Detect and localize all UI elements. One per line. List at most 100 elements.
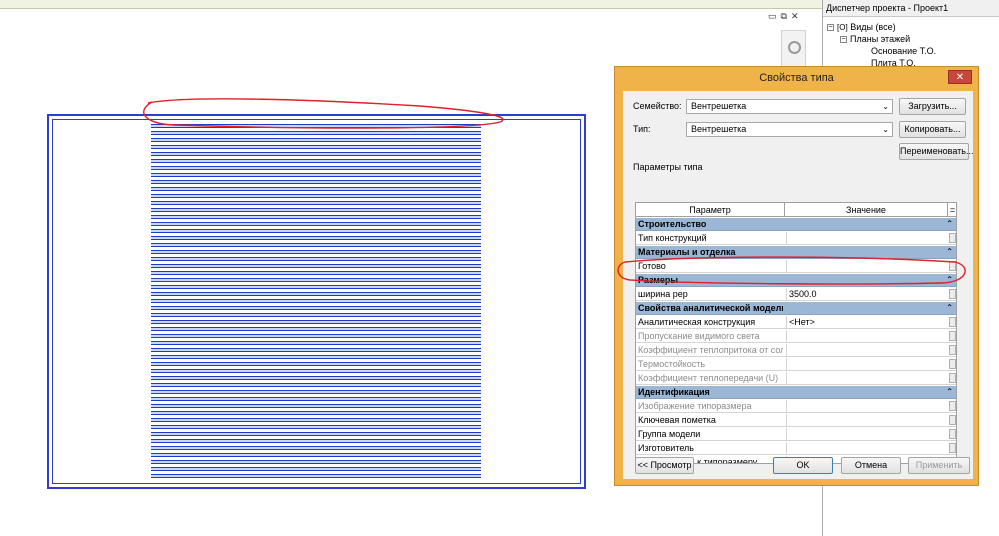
grille-slat: [151, 376, 481, 380]
collapse-group-icon[interactable]: ⌃: [946, 274, 953, 286]
parameter-value[interactable]: [786, 428, 948, 440]
rename-button[interactable]: Переименовать...: [899, 143, 973, 160]
parameter-row[interactable]: Коэффициент теплопередачи (U): [636, 372, 956, 385]
parameter-value[interactable]: [786, 414, 948, 426]
parameter-value[interactable]: [786, 400, 948, 412]
parameter-row[interactable]: Группа модели: [636, 428, 956, 441]
parameter-value[interactable]: <Нет>: [786, 316, 948, 328]
parameter-value[interactable]: [786, 330, 948, 342]
parameters-grid[interactable]: Параметр Значение = Строительство ⌃ Тип ко…: [635, 202, 957, 464]
family-label: Семейство:: [633, 101, 682, 111]
close-view-icon[interactable]: ✕: [791, 11, 799, 21]
collapse-group-icon[interactable]: ⌃: [946, 386, 953, 398]
column-header-value[interactable]: Значение: [785, 203, 948, 217]
tree-item-views[interactable]: − [O] Виды (все): [827, 22, 896, 33]
steering-wheel-icon[interactable]: [788, 41, 801, 54]
formula-button[interactable]: [949, 443, 956, 453]
grille-slat: [151, 362, 481, 366]
parameter-group-row[interactable]: Идентификация ⌃: [636, 386, 956, 399]
parameter-group-row[interactable]: Свойства аналитической модели ⌃: [636, 302, 956, 315]
parameter-row[interactable]: Ключевая пометка: [636, 414, 956, 427]
group-name: Строительство: [638, 219, 707, 229]
parameter-row[interactable]: Коэффициент теплопритока от солнечного и…: [636, 344, 956, 357]
parameter-name: Ключевая пометка: [638, 415, 716, 425]
parameter-value[interactable]: [786, 358, 948, 370]
parameter-value[interactable]: [786, 232, 948, 244]
parameter-value[interactable]: [786, 344, 948, 356]
family-select[interactable]: Вентрешетка ⌄: [686, 99, 893, 114]
grille-slat: [151, 320, 481, 324]
parameter-row[interactable]: Пропускание видимого света: [636, 330, 956, 343]
formula-button[interactable]: [949, 331, 956, 341]
grille-slat: [151, 215, 481, 219]
grille-slat: [151, 453, 481, 457]
parameter-row[interactable]: Аналитическая конструкция <Нет>: [636, 316, 956, 329]
parameter-row[interactable]: Термостойкость: [636, 358, 956, 371]
formula-button[interactable]: [949, 233, 956, 243]
formula-button[interactable]: [949, 415, 956, 425]
grille-slat: [151, 166, 481, 170]
grille-slat: [151, 474, 481, 478]
preview-button[interactable]: << Просмотр: [635, 457, 694, 474]
minimize-icon[interactable]: ▭: [768, 11, 777, 21]
grille-slat: [151, 264, 481, 268]
grille-slat: [151, 397, 481, 401]
grille-slat: [151, 348, 481, 352]
grille-slat: [151, 299, 481, 303]
tree-item-floor-plans[interactable]: − Планы этажей: [840, 34, 910, 45]
grille-slat: [151, 467, 481, 471]
tree-item-plan[interactable]: Основание Т.О.: [871, 46, 936, 57]
formula-button[interactable]: [949, 401, 956, 411]
apply-button[interactable]: Применить: [908, 457, 970, 474]
grille-slat: [151, 173, 481, 177]
column-header-parameter[interactable]: Параметр: [636, 203, 785, 217]
load-button[interactable]: Загрузить...: [899, 98, 966, 115]
ok-button[interactable]: OK: [773, 457, 833, 474]
grille-slat: [151, 257, 481, 261]
cancel-button[interactable]: Отмена: [841, 457, 901, 474]
parameter-row[interactable]: Изображение типоразмера: [636, 400, 956, 413]
close-icon[interactable]: ✕: [948, 70, 972, 84]
copy-button[interactable]: Копировать...: [899, 121, 966, 138]
formula-button[interactable]: [949, 429, 956, 439]
collapse-group-icon[interactable]: ⌃: [946, 246, 953, 258]
formula-button[interactable]: [949, 289, 956, 299]
formula-button[interactable]: [949, 359, 956, 369]
formula-button[interactable]: [949, 373, 956, 383]
project-browser-title: Диспетчер проекта - Проект1: [823, 0, 999, 17]
parameter-value[interactable]: 3500.0: [786, 288, 948, 300]
formula-button[interactable]: [949, 261, 956, 271]
formula-button[interactable]: [949, 317, 956, 327]
parameter-value[interactable]: [786, 442, 948, 454]
parameter-name: Изготовитель: [638, 443, 694, 453]
formula-button[interactable]: [949, 345, 956, 355]
parameter-row[interactable]: Изготовитель: [636, 442, 956, 455]
grille-slat: [151, 250, 481, 254]
grille-slat: [151, 187, 481, 191]
grille-slat: [151, 369, 481, 373]
type-select[interactable]: Вентрешетка ⌄: [686, 122, 893, 137]
collapse-group-icon[interactable]: ⌃: [946, 302, 953, 314]
grille-slat: [151, 194, 481, 198]
grille-slat: [151, 425, 481, 429]
collapse-group-icon[interactable]: ⌃: [946, 218, 953, 230]
parameter-group-row[interactable]: Размеры ⌃: [636, 274, 956, 287]
grille-slat: [151, 271, 481, 275]
column-header-formula[interactable]: =: [948, 203, 956, 217]
parameter-group-row[interactable]: Строительство ⌃: [636, 218, 956, 231]
parameter-value[interactable]: [786, 260, 948, 272]
parameter-group-row[interactable]: Материалы и отделка ⌃: [636, 246, 956, 259]
grille-slats[interactable]: [151, 124, 481, 486]
grille-slat: [151, 138, 481, 142]
parameter-name: Термостойкость: [638, 359, 706, 369]
group-name: Размеры: [638, 275, 679, 285]
grille-slat: [151, 243, 481, 247]
group-name: Материалы и отделка: [638, 247, 736, 257]
collapse-icon[interactable]: −: [840, 36, 847, 43]
collapse-icon[interactable]: −: [827, 24, 834, 31]
parameter-value[interactable]: [786, 372, 948, 384]
parameter-row[interactable]: ширина рер 3500.0: [636, 288, 956, 301]
parameter-row[interactable]: Тип конструкций: [636, 232, 956, 245]
parameter-row[interactable]: Готово: [636, 260, 956, 273]
restore-icon[interactable]: ⧉: [781, 11, 787, 21]
